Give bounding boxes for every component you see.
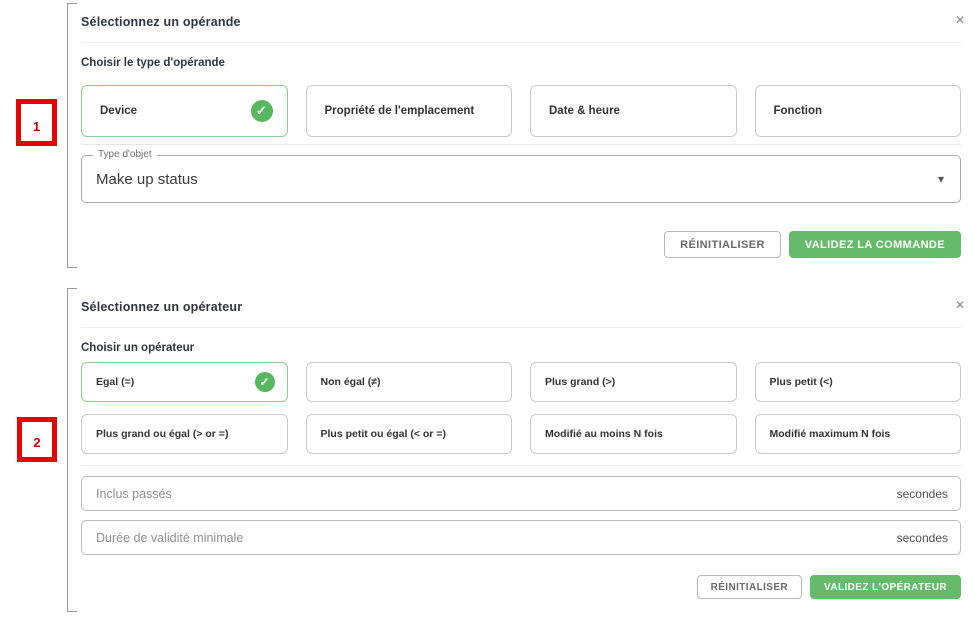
close-icon[interactable]: ✕ <box>955 14 965 26</box>
validate-operator-button[interactable]: VALIDEZ L'OPÉRATEUR <box>810 575 961 599</box>
header-divider <box>81 42 961 43</box>
annotation-marker-2: 2 <box>17 417 57 462</box>
operator-dialog-footer: RÉINITIALISER VALIDEZ L'OPÉRATEUR <box>81 575 961 599</box>
header-divider <box>81 327 961 328</box>
object-type-value: Make up status <box>96 171 938 188</box>
operand-type-section-label: Choisir le type d'opérande <box>81 57 961 69</box>
operator-dialog-title: Sélectionnez un opérateur <box>81 300 961 314</box>
operator-options-grid: Egal (=) ✓ Non égal (≠) Plus grand (>) P… <box>81 362 961 454</box>
operand-dialog-header: Sélectionnez un opérande ✕ <box>81 15 961 29</box>
chevron-down-icon: ▾ <box>938 172 944 186</box>
page-canvas: Sélectionnez un opérande ✕ Choisir le ty… <box>0 0 980 617</box>
operand-option-label: Fonction <box>774 105 823 117</box>
operand-option-function[interactable]: Fonction <box>755 85 962 137</box>
operand-dialog-title: Sélectionnez un opérande <box>81 15 961 29</box>
operator-option-not-equal[interactable]: Non égal (≠) <box>306 362 513 402</box>
object-type-select[interactable]: Type d'objet Make up status ▾ <box>81 155 961 203</box>
operator-option-greater[interactable]: Plus grand (>) <box>530 362 737 402</box>
operator-option-equal[interactable]: Egal (=) ✓ <box>81 362 288 402</box>
close-icon[interactable]: ✕ <box>955 299 965 311</box>
operator-dialog: Sélectionnez un opérateur ✕ Choisir un o… <box>67 288 975 612</box>
operator-dialog-header: Sélectionnez un opérateur ✕ <box>81 300 961 314</box>
check-icon: ✓ <box>251 100 273 122</box>
operator-option-label: Plus grand (>) <box>545 376 615 388</box>
included-past-placeholder: Inclus passés <box>96 487 172 501</box>
operator-option-label: Modifié maximum N fois <box>770 428 891 440</box>
operator-option-label: Modifié au moins N fois <box>545 428 663 440</box>
operator-option-label: Plus petit (<) <box>770 376 833 388</box>
operator-option-label: Plus grand ou égal (> or =) <box>96 428 228 440</box>
annotation-marker-1: 1 <box>16 99 57 146</box>
check-icon: ✓ <box>255 372 275 392</box>
operator-option-less-or-equal[interactable]: Plus petit ou égal (< or =) <box>306 414 513 454</box>
section-divider <box>81 144 961 145</box>
object-type-label: Type d'objet <box>93 149 157 160</box>
seconds-suffix: secondes <box>897 531 948 545</box>
validate-command-button[interactable]: VALIDEZ LA COMMANDE <box>789 231 961 258</box>
operator-option-label: Egal (=) <box>96 376 134 388</box>
operator-option-modified-at-least[interactable]: Modifié au moins N fois <box>530 414 737 454</box>
section-divider <box>81 465 961 466</box>
included-past-input[interactable]: Inclus passés secondes <box>81 476 961 511</box>
reset-button[interactable]: RÉINITIALISER <box>664 231 781 258</box>
operand-option-label: Date & heure <box>549 105 620 117</box>
operator-option-label: Plus petit ou égal (< or =) <box>321 428 446 440</box>
operand-option-date-time[interactable]: Date & heure <box>530 85 737 137</box>
operand-dialog: Sélectionnez un opérande ✕ Choisir le ty… <box>67 3 975 268</box>
operand-option-label: Device <box>100 105 137 117</box>
operator-option-less[interactable]: Plus petit (<) <box>755 362 962 402</box>
operand-options-grid: Device ✓ Propriété de l'emplacement Date… <box>81 85 961 137</box>
min-validity-duration-input[interactable]: Durée de validité minimale secondes <box>81 520 961 555</box>
operand-option-label: Propriété de l'emplacement <box>325 105 475 117</box>
operand-option-device[interactable]: Device ✓ <box>81 85 288 137</box>
min-validity-duration-placeholder: Durée de validité minimale <box>96 531 243 545</box>
reset-button[interactable]: RÉINITIALISER <box>697 575 802 599</box>
operator-section-label: Choisir un opérateur <box>81 342 961 354</box>
seconds-suffix: secondes <box>897 487 948 501</box>
operand-dialog-footer: RÉINITIALISER VALIDEZ LA COMMANDE <box>81 231 961 258</box>
operator-option-modified-at-most[interactable]: Modifié maximum N fois <box>755 414 962 454</box>
operand-option-location-property[interactable]: Propriété de l'emplacement <box>306 85 513 137</box>
operator-option-greater-or-equal[interactable]: Plus grand ou égal (> or =) <box>81 414 288 454</box>
operator-option-label: Non égal (≠) <box>321 376 381 388</box>
